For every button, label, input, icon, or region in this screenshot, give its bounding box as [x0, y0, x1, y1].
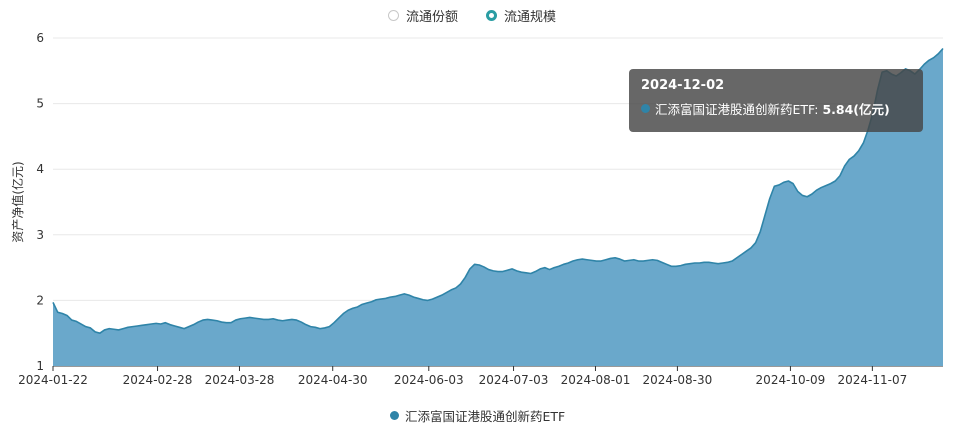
x-tick-label: 2024-11-07 — [837, 373, 907, 387]
y-tick-label: 1 — [36, 359, 44, 373]
y-axis: 1 2 3 4 5 6 — [36, 31, 44, 373]
x-tick-label: 2024-08-30 — [643, 373, 713, 387]
x-tick-label: 2024-01-22 — [18, 373, 88, 387]
tooltip-series: 汇添富国证港股通创新药ETF: — [655, 102, 819, 117]
legend-dot-icon — [390, 411, 399, 420]
y-tick-label: 6 — [36, 31, 44, 45]
chart-legend[interactable]: 汇添富国证港股通创新药ETF — [390, 406, 565, 425]
x-tick-label: 2024-03-28 — [205, 373, 275, 387]
y-tick-label: 4 — [36, 162, 44, 176]
legend-label: 汇添富国证港股通创新药ETF — [405, 409, 566, 424]
x-tick-label: 2024-02-28 — [123, 373, 193, 387]
x-tick-label: 2024-10-09 — [756, 373, 826, 387]
nav-area-chart: 123456 2024-01-22 2024-02-28 2024-03-28 202… — [10, 31, 944, 387]
y-tick-label: 5 — [36, 97, 44, 111]
x-tick-label: 2024-04-30 — [298, 373, 368, 387]
x-tick-label: 2024-08-01 — [561, 373, 631, 387]
x-axis: 2024-01-22 2024-02-28 2024-03-28 2024-04-30… — [18, 366, 907, 387]
tooltip-value: 5.84(亿元) — [822, 102, 890, 117]
x-tick-label: 2024-06-03 — [394, 373, 464, 387]
y-tick-label: 2 — [36, 293, 44, 307]
x-tick-label: 2024-07-03 — [479, 373, 549, 387]
tooltip-row: 汇添富国证港股通创新药ETF: 5.84(亿元) — [641, 99, 911, 118]
y-axis-label: 资产净值(亿元) — [10, 161, 25, 242]
series-dot-icon — [641, 104, 650, 113]
y-tick-label: 3 — [36, 228, 44, 242]
chart-tooltip: 2024-12-02 汇添富国证港股通创新药ETF: 5.84(亿元) — [629, 69, 923, 132]
tooltip-date: 2024-12-02 — [641, 78, 725, 93]
